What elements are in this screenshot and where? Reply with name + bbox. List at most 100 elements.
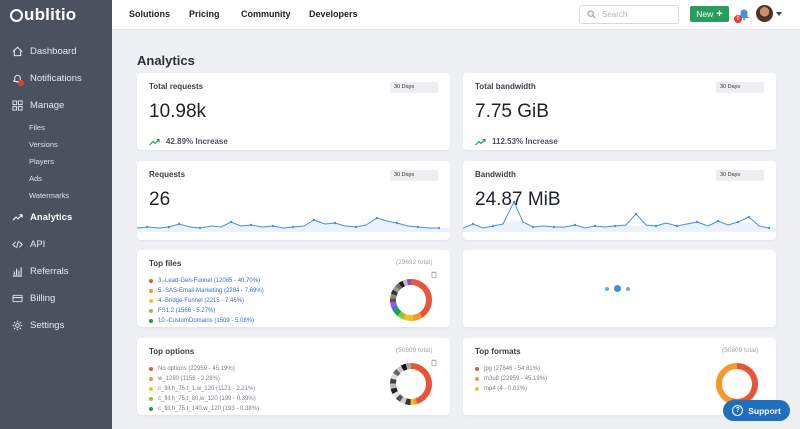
list-item[interactable]: c_fill,h_75,t_140,w_120 (193 - 0.38%) <box>149 404 259 414</box>
support-button[interactable]: ? Support <box>723 400 790 421</box>
top-options-card: Top options (50809 total) No options (22… <box>137 338 450 415</box>
notification-count-badge: 0 <box>734 15 742 23</box>
list-item[interactable]: m3u8 (22959 - 45.19%) <box>475 374 547 384</box>
nav-pricing[interactable]: Pricing <box>189 9 220 19</box>
total-requests-card: Total requests 30 Days 10.98k 42.89% Inc… <box>137 73 450 150</box>
card-icon <box>12 294 23 303</box>
logo[interactable]: ublitio <box>0 0 112 30</box>
sidebar-item-referrals[interactable]: Referrals <box>0 258 112 285</box>
sidebar-item-notifications[interactable]: Notifications <box>0 65 112 92</box>
list-item[interactable]: mp4 (4 - 0.01%) <box>475 384 547 394</box>
trend-icon <box>12 214 23 221</box>
chevron-down-icon[interactable] <box>776 12 782 16</box>
list-item[interactable]: c_fill,h_75,t_80,w_120 (199 - 0.39%) <box>149 394 259 404</box>
top-files-donut-chart <box>390 279 432 321</box>
metric-value: 7.75 GiB <box>475 101 549 122</box>
code-icon <box>12 240 23 249</box>
total-count: (50809 total) <box>722 347 759 354</box>
sidebar-subitem-files[interactable]: Files <box>0 119 112 136</box>
top-options-donut-chart <box>390 363 432 405</box>
legend-dot <box>149 279 153 283</box>
list-item[interactable]: 4.-Bridge-Funnel (2215 - 7.46%) <box>149 296 264 306</box>
search-input[interactable] <box>602 10 672 19</box>
requests-sparkline <box>137 216 450 232</box>
home-icon <box>12 46 23 57</box>
list-item[interactable]: 10.-CustomDomains (1509 - 5.08%) <box>149 316 264 326</box>
period-select[interactable]: 30 Days <box>716 170 764 181</box>
card-title: Total bandwidth <box>475 82 536 91</box>
top-bar: Solutions Pricing Community Developers N… <box>112 0 800 30</box>
trend-up-icon <box>475 138 486 145</box>
list-item[interactable]: c_fill,h_75,t_1,w_120 (1121 - 2.21%) <box>149 384 259 394</box>
period-select[interactable]: 30 Days <box>390 82 438 93</box>
logo-icon <box>10 8 23 22</box>
legend-dot <box>149 299 153 303</box>
top-files-card: Top files (29692 total) 3.-Lead-Gen-Funn… <box>137 250 450 327</box>
legend-dot <box>149 397 153 401</box>
metric-value: 10.98k <box>149 101 207 122</box>
sidebar-item-api[interactable]: API <box>0 231 112 258</box>
sidebar-item-analytics[interactable]: Analytics <box>0 204 112 231</box>
top-options-legend: No options (22959 - 45.19%) w_1280 (1158… <box>149 364 259 414</box>
legend-dot <box>149 407 153 411</box>
chart-bars-icon <box>12 267 23 277</box>
card-title: Total requests <box>149 82 204 91</box>
legend-dot <box>149 367 153 371</box>
list-item[interactable]: 5.-SAS-Email-Marketing (2284 - 7.69%) <box>149 286 264 296</box>
help-icon: ? <box>732 405 744 416</box>
list-item[interactable]: w_1280 (1158 - 2.28%) <box>149 374 259 384</box>
total-bandwidth-card: Total bandwidth 30 Days 7.75 GiB 112.53%… <box>463 73 776 150</box>
search-box[interactable] <box>579 5 679 24</box>
list-item[interactable]: No options (22959 - 45.19%) <box>149 364 259 374</box>
loading-dot <box>605 286 609 291</box>
card-title: Top files <box>149 259 182 268</box>
search-icon <box>587 10 596 19</box>
legend-dot <box>149 377 153 381</box>
sidebar-subitem-players[interactable]: Players <box>0 153 112 170</box>
legend-dot <box>149 309 153 313</box>
loading-dot <box>626 286 630 291</box>
nav-developers[interactable]: Developers <box>309 9 358 19</box>
bandwidth-sparkline <box>463 200 776 232</box>
legend-dot <box>475 367 479 371</box>
sidebar-item-settings[interactable]: Settings <box>0 312 112 339</box>
list-item[interactable]: 3.-Lead-Gen-Funnel (12085 - 40.70%) <box>149 276 264 286</box>
loading-indicator <box>605 285 630 292</box>
sidebar-nav: Dashboard Notifications Manage Files Ver… <box>0 38 112 339</box>
total-count: (50809 total) <box>396 347 433 354</box>
sidebar-subitem-ads[interactable]: Ads <box>0 170 112 187</box>
sidebar-item-billing[interactable]: Billing <box>0 285 112 312</box>
card-title: Top options <box>149 347 195 356</box>
sidebar-item-dashboard[interactable]: Dashboard <box>0 38 112 65</box>
avatar[interactable] <box>756 5 773 22</box>
period-select[interactable]: 30 Days <box>716 82 764 93</box>
plus-icon: + <box>716 7 723 20</box>
increase-indicator: 112.53% Increase <box>475 137 558 146</box>
grid-icon <box>12 100 23 111</box>
loading-card <box>463 250 776 327</box>
card-title: Top formats <box>475 347 521 356</box>
loading-dot <box>614 285 621 292</box>
period-select[interactable]: 30 Days <box>390 170 438 181</box>
top-formats-legend: jpg (27846 - 54.81%) m3u8 (22959 - 45.19… <box>475 364 547 394</box>
sidebar-item-manage[interactable]: Manage <box>0 92 112 119</box>
requests-card: Requests 30 Days 26 <box>137 161 450 240</box>
top-files-legend: 3.-Lead-Gen-Funnel (12085 - 40.70%) 5.-S… <box>149 276 264 326</box>
gear-icon <box>12 320 23 331</box>
card-title: Bandwidth <box>475 170 516 179</box>
legend-dot <box>149 319 153 323</box>
sidebar: ublitio Dashboard Notifications Manage F… <box>0 0 112 429</box>
legend-dot <box>149 387 153 391</box>
nav-solutions[interactable]: Solutions <box>129 9 170 19</box>
nav-community[interactable]: Community <box>241 9 291 19</box>
legend-dot <box>475 387 479 391</box>
increase-indicator: 42.89% Increase <box>149 137 228 146</box>
list-item[interactable]: FS1.2 (1566 - 5.27%) <box>149 306 264 316</box>
sidebar-subitem-versions[interactable]: Versions <box>0 136 112 153</box>
sidebar-subitem-watermarks[interactable]: Watermarks <box>0 187 112 204</box>
list-item[interactable]: jpg (27846 - 54.81%) <box>475 364 547 374</box>
legend-dot <box>475 377 479 381</box>
notification-badge <box>18 80 24 86</box>
new-button[interactable]: New + <box>690 6 729 22</box>
total-count: (29692 total) <box>396 259 433 266</box>
